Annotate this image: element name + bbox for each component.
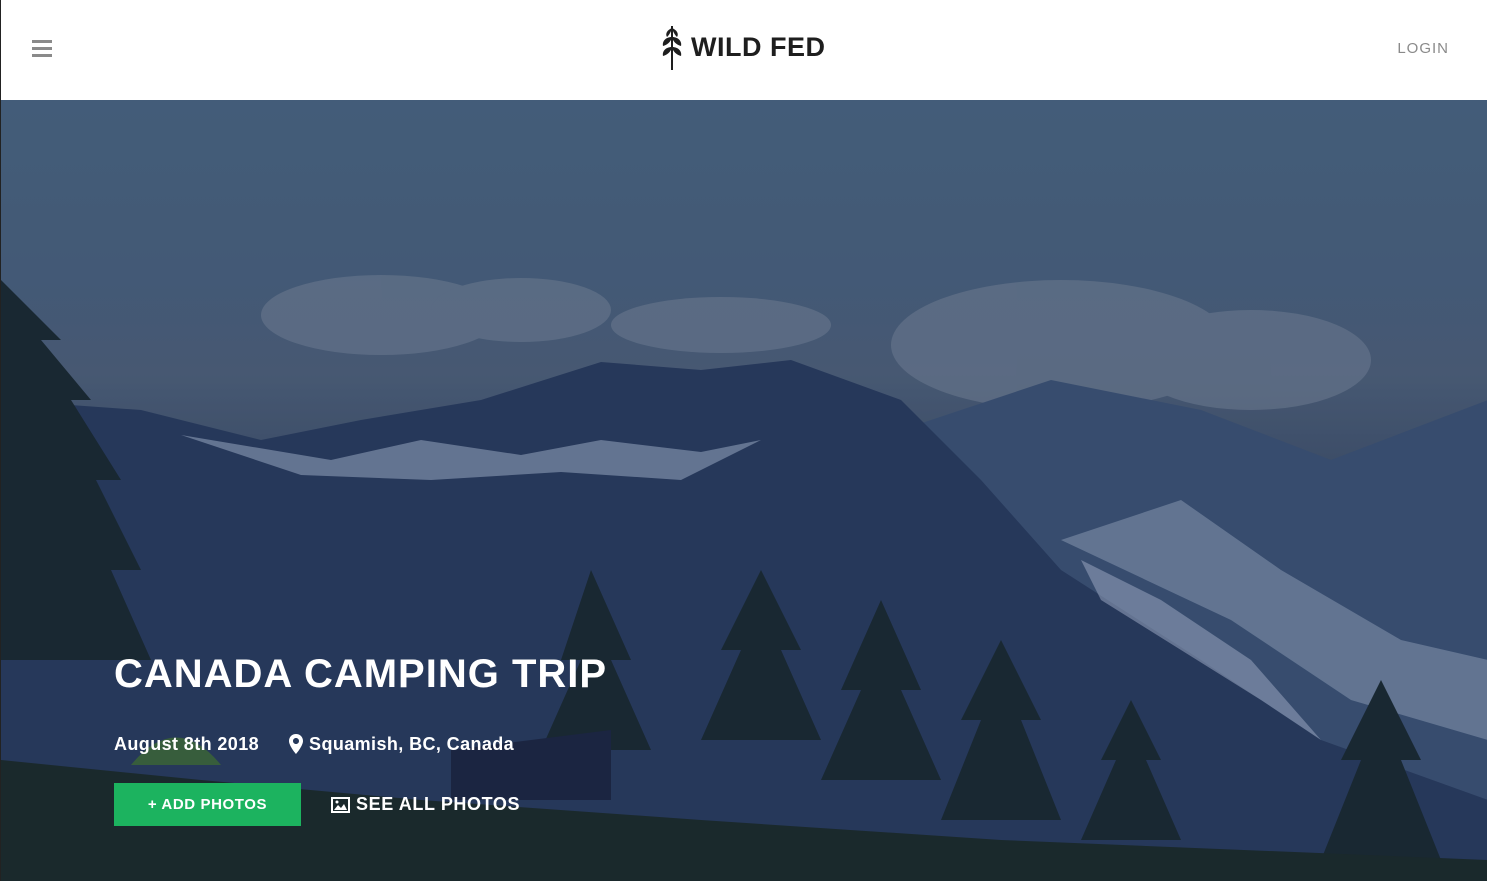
site-logo[interactable]: WILD FED [659, 22, 825, 72]
trip-location: Squamish, BC, Canada [309, 733, 515, 754]
image-icon [331, 796, 350, 813]
hero-banner: CANADA CAMPING TRIP August 8th 2018 Squa… [0, 100, 1487, 881]
login-link[interactable]: LOGIN [1397, 40, 1449, 57]
trip-date: August 8th 2018 [114, 733, 260, 754]
trip-meta: August 8th 2018 Squamish, BC, Canada [114, 732, 514, 756]
add-photos-button[interactable]: + ADD PHOTOS [114, 783, 301, 826]
map-pin-icon [289, 734, 304, 754]
top-header: WILD FED LOGIN [0, 0, 1487, 100]
hero-overlay [1, 100, 1487, 881]
hero-actions: + ADD PHOTOS SEE ALL PHOTOS [114, 783, 520, 826]
leaf-sprig-icon [662, 26, 682, 70]
see-all-photos-label: SEE ALL PHOTOS [356, 794, 521, 814]
see-all-photos-link[interactable]: SEE ALL PHOTOS [331, 794, 520, 815]
logo-text: WILD FED [691, 31, 826, 62]
hamburger-menu-icon[interactable] [32, 40, 52, 60]
trip-title: CANADA CAMPING TRIP [114, 652, 608, 696]
